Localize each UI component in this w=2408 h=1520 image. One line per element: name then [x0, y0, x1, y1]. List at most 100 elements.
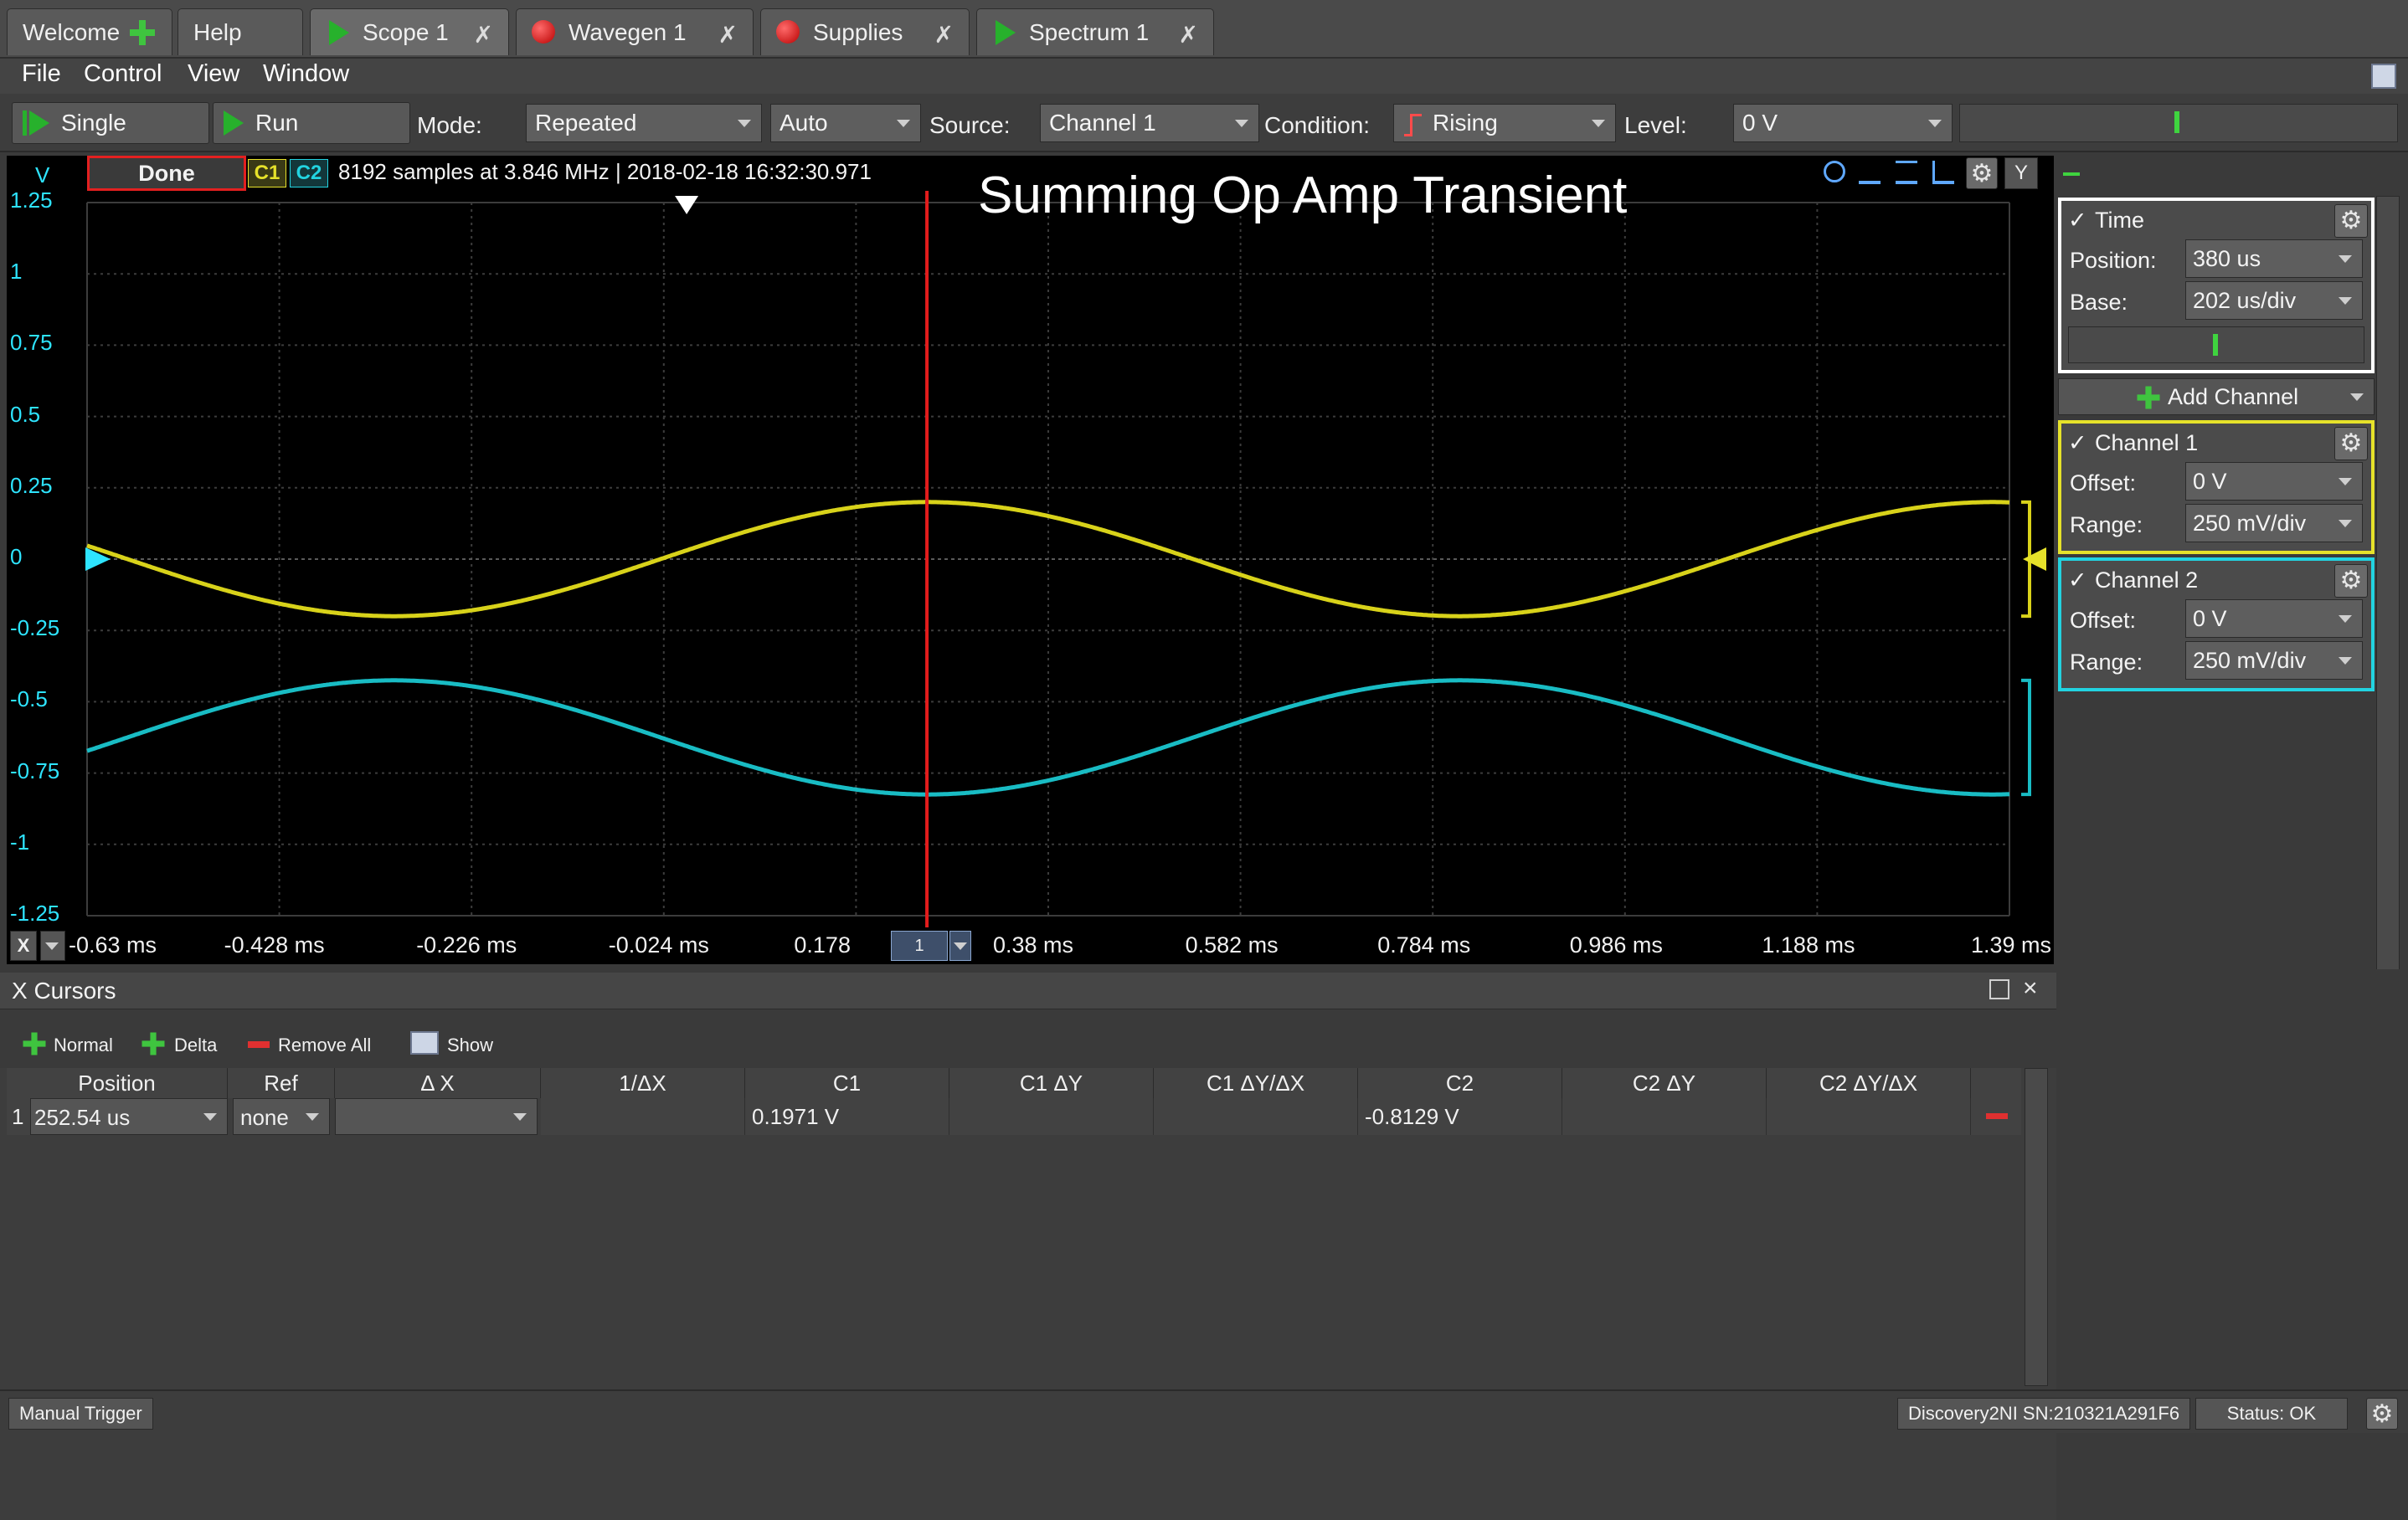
chevron-down-icon [2350, 393, 2364, 401]
float-window-icon[interactable] [1989, 979, 2009, 999]
status-bar: Manual Trigger Discovery2NI SN:210321A29… [0, 1389, 2408, 1433]
device-label[interactable]: Discovery2NI SN:210321A291F6 [1897, 1398, 2191, 1430]
gear-icon[interactable]: ⚙ [2334, 427, 2368, 460]
time-slider-handle[interactable] [2213, 334, 2218, 356]
range-label: Range: [2070, 512, 2143, 537]
time-base-field[interactable]: 202 us/div [2185, 281, 2363, 320]
cursor-ref-select[interactable]: none [233, 1098, 330, 1135]
checkmark-icon[interactable]: ✓ [2068, 208, 2087, 234]
gear-icon[interactable]: ⚙ [1966, 157, 1998, 189]
level-value: 0 V [1742, 110, 1778, 136]
gear-icon[interactable]: ⚙ [2334, 204, 2368, 238]
menu-control[interactable]: Control [84, 60, 162, 88]
cursor-delta-select[interactable] [335, 1098, 538, 1135]
zoom-x-icon[interactable] [1859, 161, 1881, 184]
mode-select[interactable]: Repeated [526, 104, 762, 142]
collapse-handle-icon[interactable] [2063, 172, 2080, 176]
channel-2-offset-field[interactable]: 0 V [2185, 599, 2363, 638]
remove-cursor-button[interactable] [1971, 1098, 2021, 1135]
tab-supplies[interactable]: Supplies ✗ [760, 8, 970, 55]
stop-icon [532, 19, 557, 45]
channel-1-range-field[interactable]: 250 mV/div [2185, 504, 2363, 542]
menu-window[interactable]: Window [263, 60, 349, 88]
auto-select[interactable]: Auto [770, 104, 921, 142]
menu-file[interactable]: File [22, 60, 61, 88]
col-delta-x: Δ X [335, 1068, 541, 1098]
tab-wavegen-1[interactable]: Wavegen 1 ✗ [516, 8, 754, 55]
cursor-position-input[interactable]: 252.54 us [30, 1098, 228, 1135]
acquisition-status-badge: Done [87, 156, 246, 191]
x-cursors-header: X Cursors × [0, 973, 2056, 1009]
cursor-table-scrollbar[interactable] [2025, 1068, 2048, 1386]
run-button[interactable]: Run [213, 102, 410, 144]
zoom-icon[interactable] [1824, 161, 1845, 182]
window-dock-icon[interactable] [2371, 64, 2396, 89]
level-slider-handle[interactable] [2174, 111, 2179, 133]
level-slider[interactable] [1959, 104, 2398, 142]
mode-label: Mode: [417, 112, 482, 138]
x-tick-label: -0.63 ms [69, 932, 157, 958]
plot-title: Summing Op Amp Transient [978, 167, 1628, 224]
chevron-down-icon [897, 120, 910, 127]
y-tick-label: 0.5 [10, 401, 41, 427]
close-icon[interactable]: ✗ [1179, 21, 1198, 49]
checkmark-icon[interactable]: ✓ [2068, 430, 2087, 456]
base-label: Base: [2070, 290, 2128, 315]
play-icon [992, 19, 1017, 45]
c2-badge[interactable]: C2 [290, 159, 328, 187]
single-button[interactable]: Single [12, 102, 209, 144]
cursor-1-handle[interactable]: 1 [891, 931, 948, 961]
x-tick-label: -0.024 ms [608, 932, 709, 958]
tab-scope-1[interactable]: Scope 1 ✗ [310, 8, 509, 55]
remove-all-cursors-button[interactable]: Remove All [278, 1035, 371, 1056]
col-c1-slope: C1 ΔY/ΔX [1154, 1068, 1358, 1098]
time-position-field[interactable]: 380 us [2185, 239, 2363, 278]
acquisition-info: 8192 samples at 3.846 MHz | 2018-02-18 1… [338, 159, 872, 184]
channel-1-range-value: 250 mV/div [2193, 511, 2307, 536]
channel-1-offset-field[interactable]: 0 V [2185, 462, 2363, 501]
remove-icon [248, 1041, 270, 1048]
close-icon[interactable]: ✗ [934, 21, 954, 49]
chevron-down-icon [2339, 657, 2352, 665]
source-select[interactable]: Channel 1 [1040, 104, 1259, 142]
scope-plot[interactable]: V Done C1 C2 8192 samples at 3.846 MHz |… [7, 156, 2054, 964]
manual-trigger-button[interactable]: Manual Trigger [8, 1398, 153, 1430]
tab-spectrum-1[interactable]: Spectrum 1 ✗ [976, 8, 1214, 55]
gear-icon[interactable]: ⚙ [2366, 1398, 2398, 1430]
show-button[interactable]: Show [447, 1035, 493, 1056]
tab-help[interactable]: Help [178, 8, 303, 55]
channel-2-range-field[interactable]: 250 mV/div [2185, 641, 2363, 680]
add-normal-cursor-button[interactable]: Normal [54, 1035, 113, 1056]
plus-icon [130, 19, 156, 45]
y-axis-button[interactable]: Y [2004, 157, 2038, 189]
tab-welcome[interactable]: Welcome [7, 8, 172, 55]
x-tick-label: -0.428 ms [224, 932, 325, 958]
condition-label: Condition: [1264, 112, 1371, 138]
col-actions [1971, 1068, 2021, 1098]
add-channel-button[interactable]: Add Channel [2058, 378, 2375, 415]
condition-select[interactable]: Rising [1393, 104, 1616, 142]
level-input[interactable]: 0 V [1733, 104, 1953, 142]
run-label: Run [255, 110, 299, 136]
pan-icon[interactable] [1932, 161, 1954, 184]
range-label: Range: [2070, 650, 2143, 675]
add-delta-cursor-button[interactable]: Delta [174, 1035, 217, 1056]
close-icon[interactable]: ✗ [474, 21, 493, 49]
x-axis-button[interactable]: X [10, 931, 37, 961]
checkmark-icon[interactable]: ✓ [2068, 567, 2087, 593]
time-position-slider[interactable] [2068, 326, 2364, 363]
zoom-y-icon[interactable] [1896, 161, 1917, 184]
plot-canvas[interactable] [7, 156, 2054, 964]
cursor-1-dropdown[interactable] [949, 931, 971, 961]
channel-1-offset-value: 0 V [2193, 469, 2227, 494]
close-icon[interactable]: × [2023, 974, 2038, 1003]
x-axis-dropdown[interactable] [40, 931, 65, 961]
chevron-down-icon [1592, 120, 1605, 127]
gear-icon[interactable]: ⚙ [2334, 564, 2368, 598]
c1-badge[interactable]: C1 [248, 159, 286, 187]
chevron-down-icon [2339, 520, 2352, 527]
cursor-position-value: 252.54 us [34, 1105, 131, 1130]
y-tick-label: 0.75 [10, 330, 53, 356]
close-icon[interactable]: ✗ [718, 21, 738, 49]
menu-view[interactable]: View [188, 60, 239, 88]
